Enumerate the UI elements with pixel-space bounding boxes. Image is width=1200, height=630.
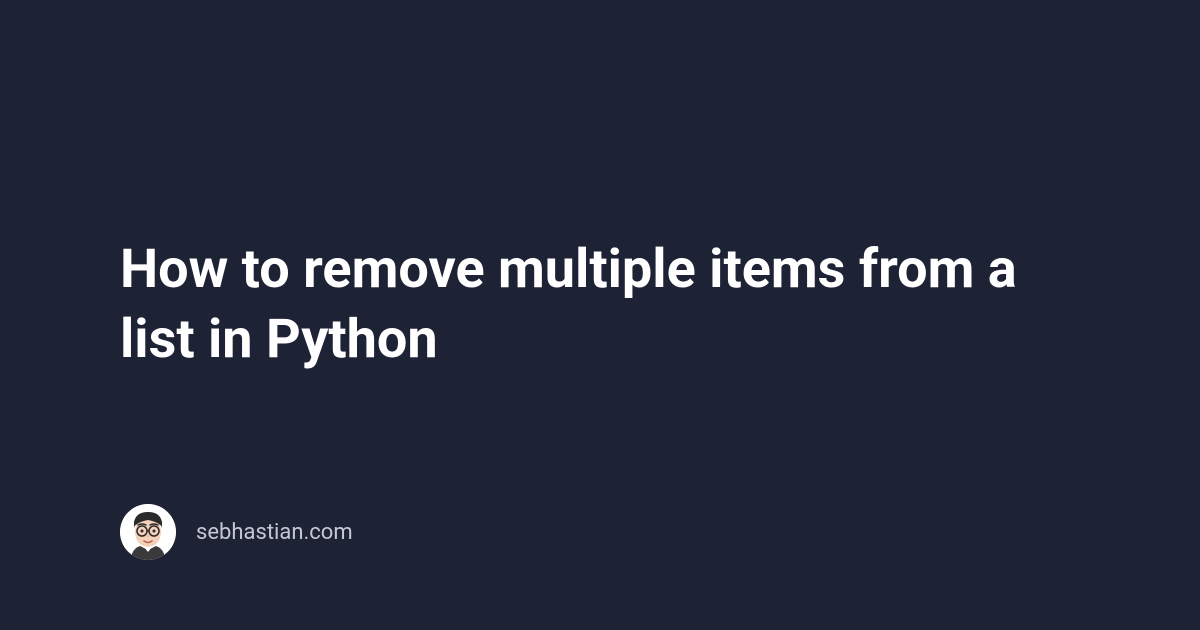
author-section: sebhastian.com <box>120 504 353 560</box>
site-name: sebhastian.com <box>196 520 353 545</box>
article-title: How to remove multiple items from a list… <box>120 235 1080 375</box>
author-avatar <box>120 504 176 560</box>
